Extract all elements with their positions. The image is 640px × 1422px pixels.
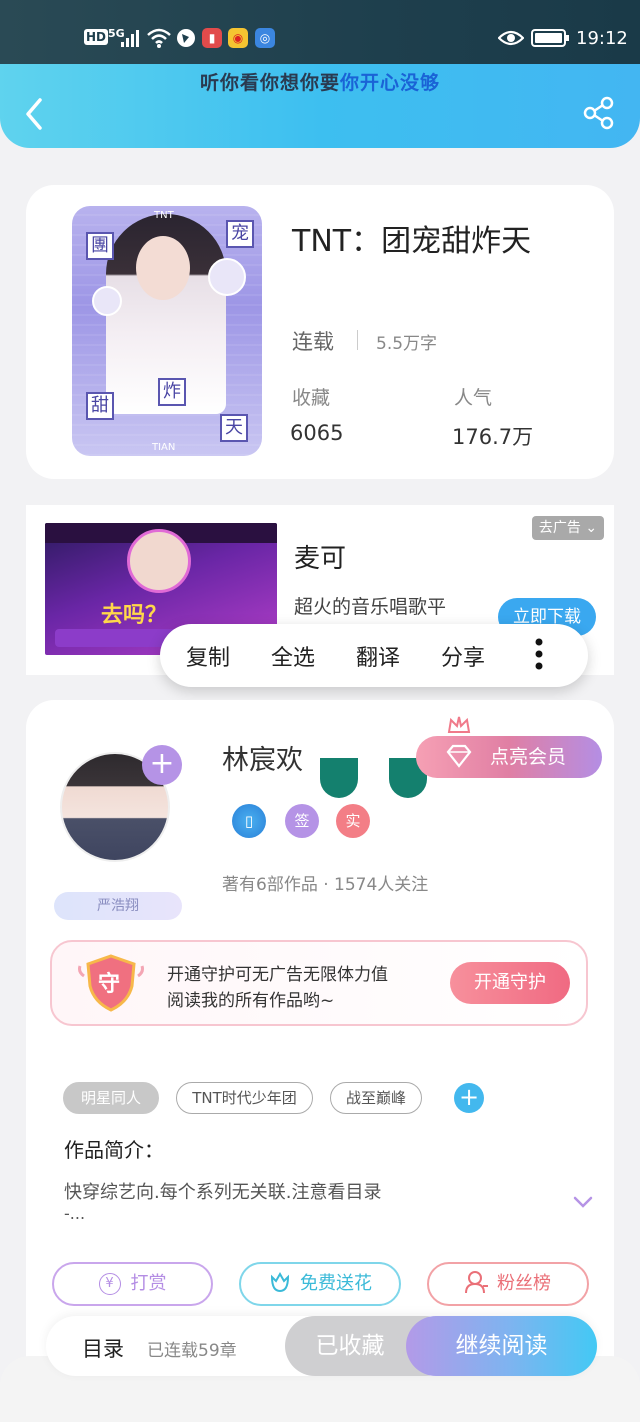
word-count: 5.5万字	[376, 334, 438, 354]
cover-avatar-small-2	[92, 286, 122, 316]
tip-label: 打赏	[130, 1273, 167, 1294]
hd-indicator: HD	[84, 29, 109, 45]
diamond-icon	[444, 736, 474, 793]
shield-char: 守	[98, 972, 121, 997]
tag-chip[interactable]: 战至巅峰	[330, 1082, 422, 1114]
remove-ad-label: 去广告	[538, 520, 581, 536]
cover-brand-bottom: TIAN	[152, 442, 176, 453]
ad-image-avatar	[127, 529, 191, 593]
cover-face	[136, 236, 190, 300]
fans-label: 粉丝榜	[497, 1273, 551, 1294]
flower-icon	[268, 1268, 292, 1308]
battery-icon	[531, 28, 571, 53]
menu-translate[interactable]: 翻译	[356, 640, 400, 672]
cover-char: 炸	[158, 378, 186, 406]
eye-icon	[497, 28, 525, 53]
tip-button[interactable]: ¥ 打赏	[52, 1262, 213, 1306]
vip-button[interactable]: 点亮会员	[416, 736, 602, 778]
expand-intro-icon[interactable]	[572, 1194, 594, 1214]
cover-char: 團	[86, 232, 114, 260]
pop-value: 176.7万	[452, 425, 534, 449]
banner-text-dark: 听你看你想你要	[199, 72, 340, 94]
wifi-icon	[146, 27, 172, 54]
cover-char: 甜	[86, 392, 114, 420]
intro-text: 快穿综艺向.每个系列无关联.注意看目录	[64, 1182, 382, 1203]
open-guard-button[interactable]: 开通守护	[450, 962, 570, 1004]
cover-char: 天	[220, 414, 248, 442]
back-button[interactable]	[20, 96, 48, 136]
more-options-icon[interactable]	[534, 637, 544, 675]
ad-desc: 超火的音乐唱歌平	[294, 596, 447, 618]
add-tag-button[interactable]: +	[454, 1083, 484, 1113]
book-title: TNT：团宠甜炸天	[292, 224, 532, 259]
menu-select-all[interactable]: 全选	[271, 640, 315, 672]
intro-more: -...	[64, 1204, 86, 1223]
globe-app-icon	[176, 28, 196, 53]
chevron-left-icon	[26, 98, 42, 130]
follow-plus-button[interactable]: +	[142, 745, 182, 785]
fav-label: 收藏	[292, 387, 331, 409]
vip-label: 点亮会员	[490, 746, 567, 768]
tag-chip[interactable]: 明星同人	[63, 1082, 159, 1114]
teal-decoration	[320, 758, 358, 798]
guard-line2: 阅读我的所有作品哟~	[167, 991, 335, 1011]
verified-badge: 实	[336, 804, 370, 838]
cover-brand: TNT	[154, 210, 174, 221]
weibo-icon: ◉	[228, 28, 248, 48]
ad-title: 麦可	[294, 544, 347, 574]
text-context-menu: 复制 全选 翻译 分享	[160, 624, 588, 687]
menu-share[interactable]: 分享	[441, 640, 485, 672]
free-flower-button[interactable]: 免费送花	[239, 1262, 401, 1306]
shield-icon: 守	[76, 952, 146, 1014]
status-bar: HD 5G ▮ ◉ ◎ 19:12	[0, 0, 640, 64]
book-cover[interactable]: 團 宠 甜 炸 天 TNT TIAN	[72, 206, 262, 456]
flower-label: 免费送花	[300, 1273, 372, 1294]
intro-heading: 作品简介：	[64, 1138, 164, 1162]
tag-chip[interactable]: TNT时代少年团	[176, 1082, 313, 1114]
author-name: 林宸欢	[222, 745, 303, 776]
cover-avatar-small	[208, 258, 246, 296]
clock: 19:12	[576, 28, 628, 49]
share-icon	[583, 96, 614, 130]
guard-line1: 开通守护可无广告无限体力值	[167, 965, 388, 985]
fav-value: 6065	[290, 421, 344, 445]
continue-reading-button[interactable]: 继续阅读	[406, 1316, 597, 1376]
share-button[interactable]	[582, 96, 616, 134]
signed-badge: 签	[285, 804, 319, 838]
catalog-button[interactable]: 目录	[82, 1333, 124, 1363]
stat-divider	[357, 330, 358, 350]
ad-image-text: 去吗？	[101, 603, 168, 628]
header-banner: 听你看你想你要你开心没够	[0, 68, 640, 95]
signal-icon	[120, 28, 142, 53]
user-icon	[465, 1269, 489, 1309]
bottom-action-bar: 目录 已连载59章 已收藏 继续阅读	[46, 1316, 597, 1376]
yen-icon: ¥	[98, 1273, 121, 1295]
fans-rank-button[interactable]: 粉丝榜	[427, 1262, 589, 1306]
cover-char: 宠	[226, 220, 254, 248]
level-badge-icon: ▯	[232, 804, 266, 838]
banner-text-highlight: 你开心没够	[340, 72, 441, 94]
book-app-icon: ▮	[202, 28, 222, 48]
fan-badge: 严浩翔	[54, 892, 182, 920]
author-stats: 著有6部作品 · 1574人关注	[222, 875, 429, 895]
chapter-count: 已连载59章	[147, 1341, 237, 1361]
chevron-down-icon: ⌄	[585, 520, 598, 536]
hotspot-icon: ◎	[255, 28, 275, 48]
serial-status: 连载	[292, 330, 334, 354]
menu-copy[interactable]: 复制	[186, 640, 230, 672]
pop-label: 人气	[454, 387, 493, 409]
remove-ad-button[interactable]: 去广告 ⌄	[532, 516, 604, 540]
